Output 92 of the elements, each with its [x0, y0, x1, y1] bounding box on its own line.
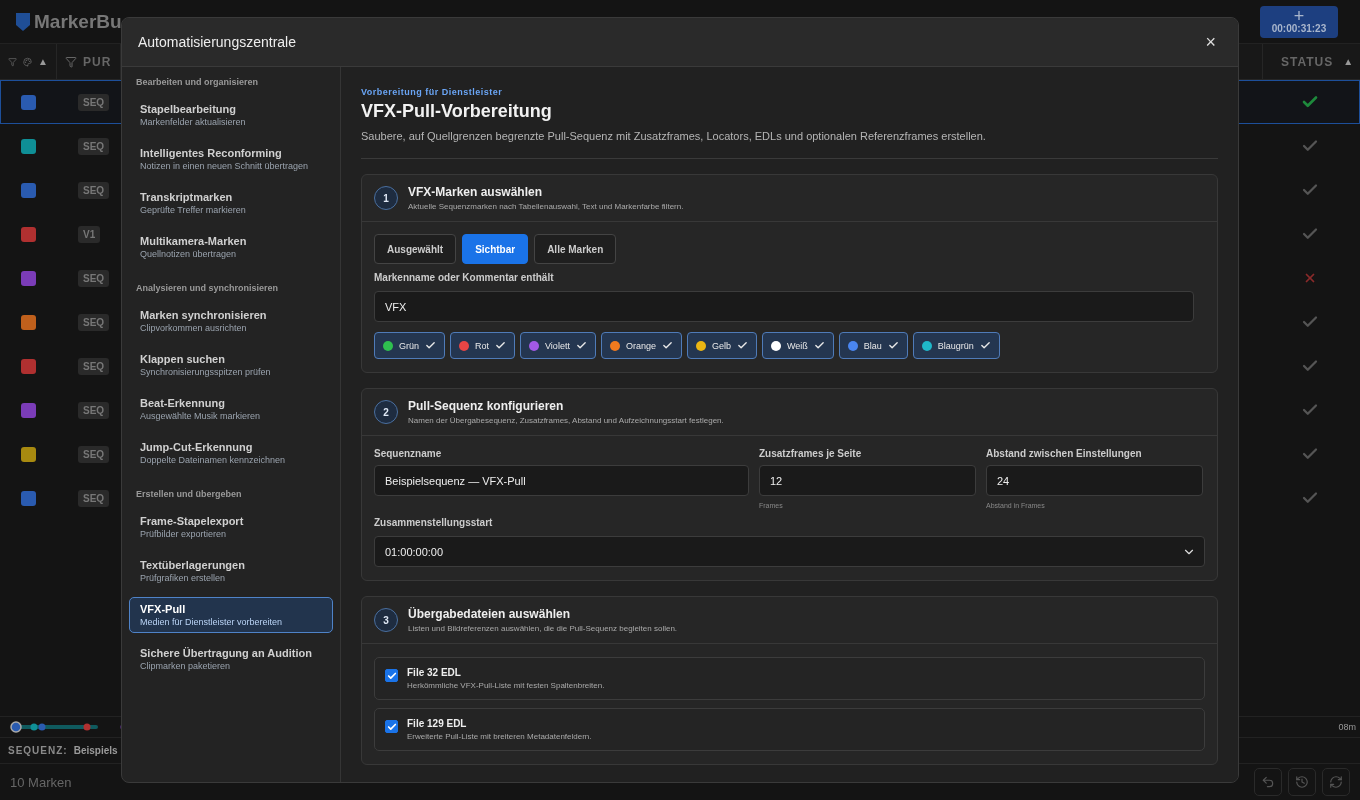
sequence-name: Beispiels	[73, 745, 118, 756]
color-filter-chip[interactable]: Rot	[450, 332, 516, 359]
refresh-button[interactable]	[1322, 768, 1350, 796]
checkbox[interactable]	[385, 720, 398, 733]
filter-input[interactable]: VFX	[374, 291, 1194, 322]
step-subtitle: Namen der Übergabesequenz, Zusatzframes, Abstand und Aufzeichnungsstart festlegen.	[408, 416, 724, 425]
checkbox[interactable]	[385, 669, 398, 682]
field-label: Abstand zwischen Einstellungen	[986, 448, 1143, 459]
track-tag: SEQ	[78, 93, 110, 111]
color-filter-chip[interactable]: Blau	[838, 332, 908, 359]
dialog-title: Automatisierungszentrale	[138, 34, 296, 50]
check-icon	[661, 340, 673, 351]
close-button[interactable]: ×	[1199, 30, 1222, 54]
sidebar-item[interactable]: Klappen suchen Synchronisierungsspitzen prüfen	[129, 347, 333, 383]
sidebar-item[interactable]: Sichere Übertragung an Audition Clipmarken paketieren	[129, 641, 333, 677]
track-tag: SEQ	[78, 269, 110, 287]
sidebar-item[interactable]: Textüberlagerungen Prüfgrafiken erstellen	[129, 553, 333, 589]
track-tag: V1	[78, 225, 101, 243]
step-title: Pull-Sequenz konfigurieren	[408, 399, 565, 413]
step-number: 3	[374, 608, 398, 632]
text-input[interactable]: Beispielsequenz — VFX-Pull	[374, 465, 749, 496]
sidebar-heading: Erstellen und übergeben	[135, 489, 243, 499]
check-icon	[386, 721, 397, 732]
undo-button[interactable]	[1254, 768, 1282, 796]
step-number: 1	[374, 186, 398, 210]
filter-icon[interactable]	[65, 55, 77, 68]
check-icon	[736, 340, 748, 351]
track-tag: SEQ	[78, 401, 110, 419]
file-option[interactable]: File 129 EDL Erweiterte Pull-Liste mit breiteren Metadatenfeldern.	[374, 708, 1205, 751]
sort-indicator[interactable]: ▲	[1343, 56, 1354, 67]
sidebar-item[interactable]: Jump-Cut-Erkennung Doppelte Dateinamen kennzeichnen	[129, 435, 333, 471]
sidebar-item[interactable]: Frame-Stapelexport Prüfbilder exportieren	[129, 509, 333, 545]
check-icon	[386, 670, 397, 681]
field-label: Zusammenstellungsstart	[374, 517, 494, 528]
step-title: Übergabedateien auswählen	[408, 607, 572, 621]
field-label: Markenname oder Kommentar enthält	[374, 272, 555, 283]
timeline-label: 08m	[1338, 722, 1357, 732]
check-icon	[813, 340, 825, 351]
scope-tab[interactable]: Ausgewählt	[374, 234, 457, 264]
track-tag: SEQ	[78, 357, 110, 375]
add-marker-button[interactable]: + 00:00:31:23	[1260, 5, 1338, 38]
sidebar-heading: Bearbeiten und organisieren	[135, 77, 260, 87]
track-tag: SEQ	[78, 137, 110, 155]
track-tag: SEQ	[78, 489, 110, 507]
check-icon	[575, 340, 587, 351]
palette-icon	[23, 55, 33, 68]
sort-indicator[interactable]: ▲	[38, 56, 48, 67]
check-icon	[887, 340, 899, 351]
color-filter-chip[interactable]: Blaugrün	[912, 332, 1000, 359]
marker-count: 10 Marken	[10, 774, 72, 790]
logo-icon	[16, 12, 30, 31]
sidebar-item[interactable]: Marken synchronisieren Clipvorkommen ausrichten	[129, 303, 333, 339]
sidebar-item[interactable]: VFX-Pull Medien für Dienstleister vorbereiten	[129, 597, 333, 633]
color-filter-chip[interactable]: Weiß	[761, 332, 834, 359]
step-number: 2	[374, 400, 398, 424]
check-icon	[425, 340, 436, 351]
check-icon	[979, 340, 991, 351]
page-description: Saubere, auf Quellgrenzen begrenzte Pull-Sequenz mit Zusatzframes, Locators, EDLs und optionalen Referenzframes erstellen.	[361, 130, 1218, 159]
sidebar-item[interactable]: Intelligentes Reconforming Notizen in einen neuen Schnitt übertragen	[129, 141, 333, 177]
step-subtitle: Listen und Bildreferenzen auswählen, die die Pull-Sequenz begleiten sollen.	[408, 624, 678, 633]
scope-tab[interactable]: Alle Marken	[534, 234, 617, 264]
start-select[interactable]: 01:00:00:00	[374, 536, 1205, 567]
scope-tab[interactable]: Sichtbar	[462, 234, 529, 264]
text-input[interactable]: 24	[986, 465, 1203, 496]
sidebar-item[interactable]: Stapelbearbeitung Markenfelder aktualisieren	[129, 97, 333, 133]
sequence-label: SEQUENZ:	[8, 745, 68, 756]
color-filter-chip[interactable]: Violett	[520, 332, 596, 359]
file-option[interactable]: File 32 EDL Herkömmliche VFX-Pull-Liste mit festen Spaltenbreiten.	[374, 657, 1205, 700]
step-subtitle: Aktuelle Sequenzmarken nach Tabellenauswahl, Text und Markenfarbe filtern.	[408, 202, 684, 211]
check-icon	[495, 340, 507, 351]
step-title: VFX-Marken auswählen	[408, 185, 544, 199]
field-label: Sequenzname	[374, 448, 443, 459]
track-tag: SEQ	[78, 445, 110, 463]
text-input[interactable]: 12	[759, 465, 976, 496]
sidebar-item[interactable]: Multikamera-Marken Quellnotizen übertragen	[129, 229, 333, 265]
sidebar-heading: Analysieren und synchronisieren	[135, 283, 280, 293]
refresh-icon	[1329, 775, 1343, 789]
color-filter-chip[interactable]: Orange	[600, 332, 682, 359]
color-filter-chip[interactable]: Gelb	[686, 332, 757, 359]
history-button[interactable]	[1288, 768, 1316, 796]
color-filter-chip[interactable]: Grün	[374, 332, 445, 359]
filter-icon[interactable]	[8, 55, 18, 68]
history-icon	[1295, 775, 1309, 789]
track-tag: SEQ	[78, 181, 110, 199]
track-tag: SEQ	[78, 313, 110, 331]
section-eyebrow: Vorbereitung für Dienstleister	[361, 87, 504, 97]
field-label: Zusatzframes je Seite	[759, 448, 863, 459]
app-logo-text: MarkerBu	[34, 10, 122, 33]
sidebar-item[interactable]: Beat-Erkennung Ausgewählte Musik markieren	[129, 391, 333, 427]
page-title: VFX-Pull-Vorbereitung	[361, 101, 553, 122]
sidebar-item[interactable]: Transkriptmarken Geprüfte Treffer markieren	[129, 185, 333, 221]
undo-icon	[1261, 775, 1275, 789]
